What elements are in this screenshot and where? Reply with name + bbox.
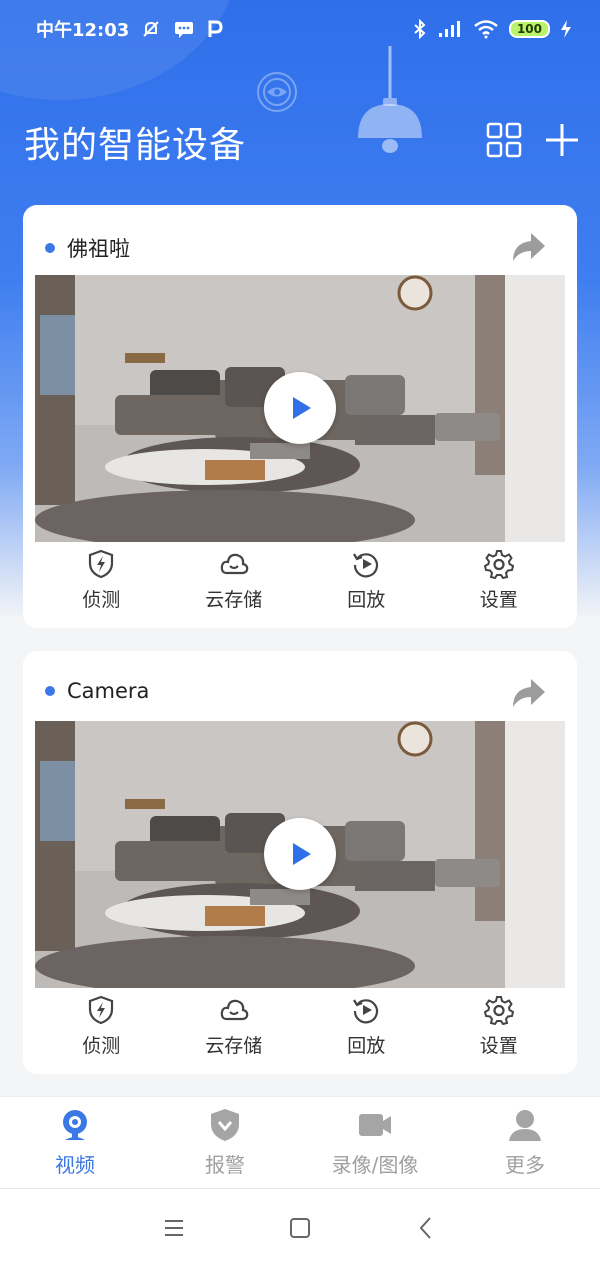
card-actions: 侦测 云存储 回放 设置: [23, 995, 577, 1067]
home-icon[interactable]: [287, 1215, 313, 1241]
detect-label: 侦测: [82, 589, 121, 611]
replay-icon: [353, 999, 379, 1024]
replay-icon: [353, 553, 379, 578]
cloud-icon: [220, 999, 249, 1021]
user-icon: [509, 1110, 541, 1141]
status-time: 中午12:03: [36, 20, 130, 41]
charging-icon: [561, 20, 571, 38]
parking-icon: [208, 20, 223, 37]
video-camera-icon: [359, 1114, 391, 1136]
device-name: Camera: [67, 679, 150, 703]
webcam-icon: [63, 1110, 87, 1140]
bluetooth-icon: [414, 19, 426, 39]
wifi-icon: [474, 20, 498, 39]
device-title[interactable]: 佛祖啦: [45, 233, 130, 263]
bottom-nav: 视频 报警 录像/图像 更多: [0, 1096, 600, 1188]
play-icon: [293, 397, 311, 419]
nav-video-label: 视频: [55, 1153, 95, 1177]
playback-label: 回放: [347, 589, 386, 611]
page-title: 我的智能设备: [24, 125, 247, 166]
status-bar: 中午12:03 100: [0, 0, 600, 58]
nav-alarm-label: 报警: [205, 1153, 245, 1177]
share-icon[interactable]: [509, 675, 547, 709]
settings-label: 设置: [479, 589, 518, 611]
settings-button[interactable]: 设置: [444, 995, 554, 1067]
cloud-storage-button[interactable]: 云存储: [179, 549, 289, 621]
playback-label: 回放: [347, 1035, 386, 1057]
battery-indicator: 100: [508, 20, 550, 38]
nav-video[interactable]: 视频: [0, 1107, 150, 1178]
playback-button[interactable]: 回放: [311, 549, 421, 621]
cloud-storage-button[interactable]: 云存储: [179, 995, 289, 1067]
playback-button[interactable]: 回放: [311, 995, 421, 1067]
shield-lightning-icon: [89, 995, 114, 1025]
online-dot: [45, 243, 55, 253]
settings-button[interactable]: 设置: [444, 549, 554, 621]
cloud-storage-label: 云存储: [205, 1035, 263, 1057]
camera-preview[interactable]: [35, 721, 565, 988]
detect-label: 侦测: [82, 1035, 121, 1057]
cloud-storage-label: 云存储: [205, 589, 263, 611]
play-button[interactable]: [264, 818, 336, 890]
detect-button[interactable]: 侦测: [46, 995, 156, 1067]
settings-label: 设置: [479, 1035, 518, 1057]
nav-alarm[interactable]: 报警: [150, 1107, 300, 1178]
gear-icon: [483, 550, 514, 579]
online-dot: [45, 686, 55, 696]
message-icon: [175, 22, 194, 38]
device-card: Camera 侦测 云存储 回放 设置: [23, 651, 577, 1074]
nav-more-label: 更多: [505, 1153, 545, 1177]
play-button[interactable]: [264, 372, 336, 444]
detect-button[interactable]: 侦测: [46, 549, 156, 621]
system-nav-bar: [0, 1188, 600, 1267]
menu-icon[interactable]: [161, 1215, 187, 1241]
add-device-button[interactable]: [544, 122, 580, 158]
mute-icon: [143, 21, 160, 37]
shield-check-icon: [211, 1109, 239, 1141]
nav-recordings[interactable]: 录像/图像: [300, 1107, 450, 1178]
device-name: 佛祖啦: [67, 237, 130, 261]
nav-more[interactable]: 更多: [450, 1107, 600, 1178]
share-icon[interactable]: [509, 229, 547, 263]
signal-icon: [438, 21, 460, 37]
card-actions: 侦测 云存储 回放 设置: [23, 549, 577, 621]
device-card: 佛祖啦 侦测 云存储 回放 设置: [23, 205, 577, 628]
shield-lightning-icon: [89, 549, 114, 579]
grid-view-button[interactable]: [486, 122, 522, 158]
play-icon: [293, 843, 311, 865]
gear-icon: [483, 996, 514, 1025]
lamp-decoration-icon: [358, 46, 422, 153]
cloud-icon: [220, 553, 249, 575]
device-title[interactable]: Camera: [45, 679, 149, 703]
camera-preview[interactable]: [35, 275, 565, 542]
back-icon[interactable]: [413, 1215, 439, 1241]
eye-decoration-icon: [257, 72, 297, 112]
nav-recordings-label: 录像/图像: [331, 1153, 419, 1177]
